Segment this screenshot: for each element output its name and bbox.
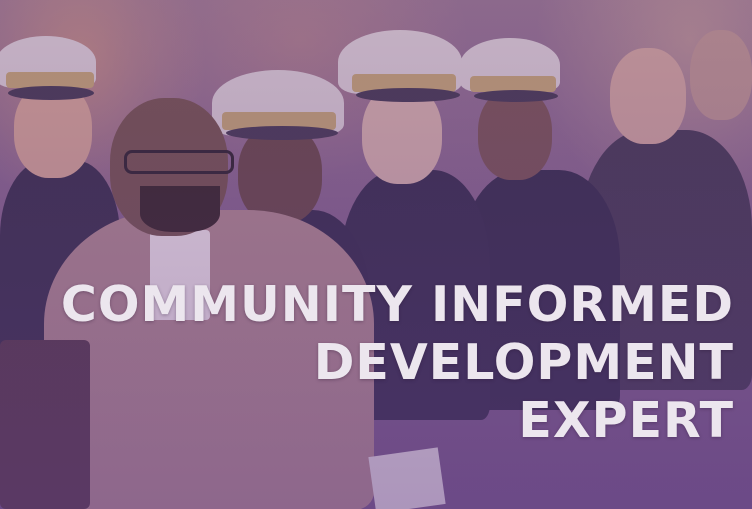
headline-line-1: COMMUNITY INFORMED: [60, 276, 734, 333]
photo-scene: COMMUNITY INFORMED DEVELOPMENT EXPERT: [0, 0, 752, 509]
headline-line-3: EXPERT: [518, 392, 734, 449]
headline-line-2: DEVELOPMENT: [313, 334, 734, 391]
headline-text: COMMUNITY INFORMED DEVELOPMENT EXPERT: [0, 276, 734, 450]
